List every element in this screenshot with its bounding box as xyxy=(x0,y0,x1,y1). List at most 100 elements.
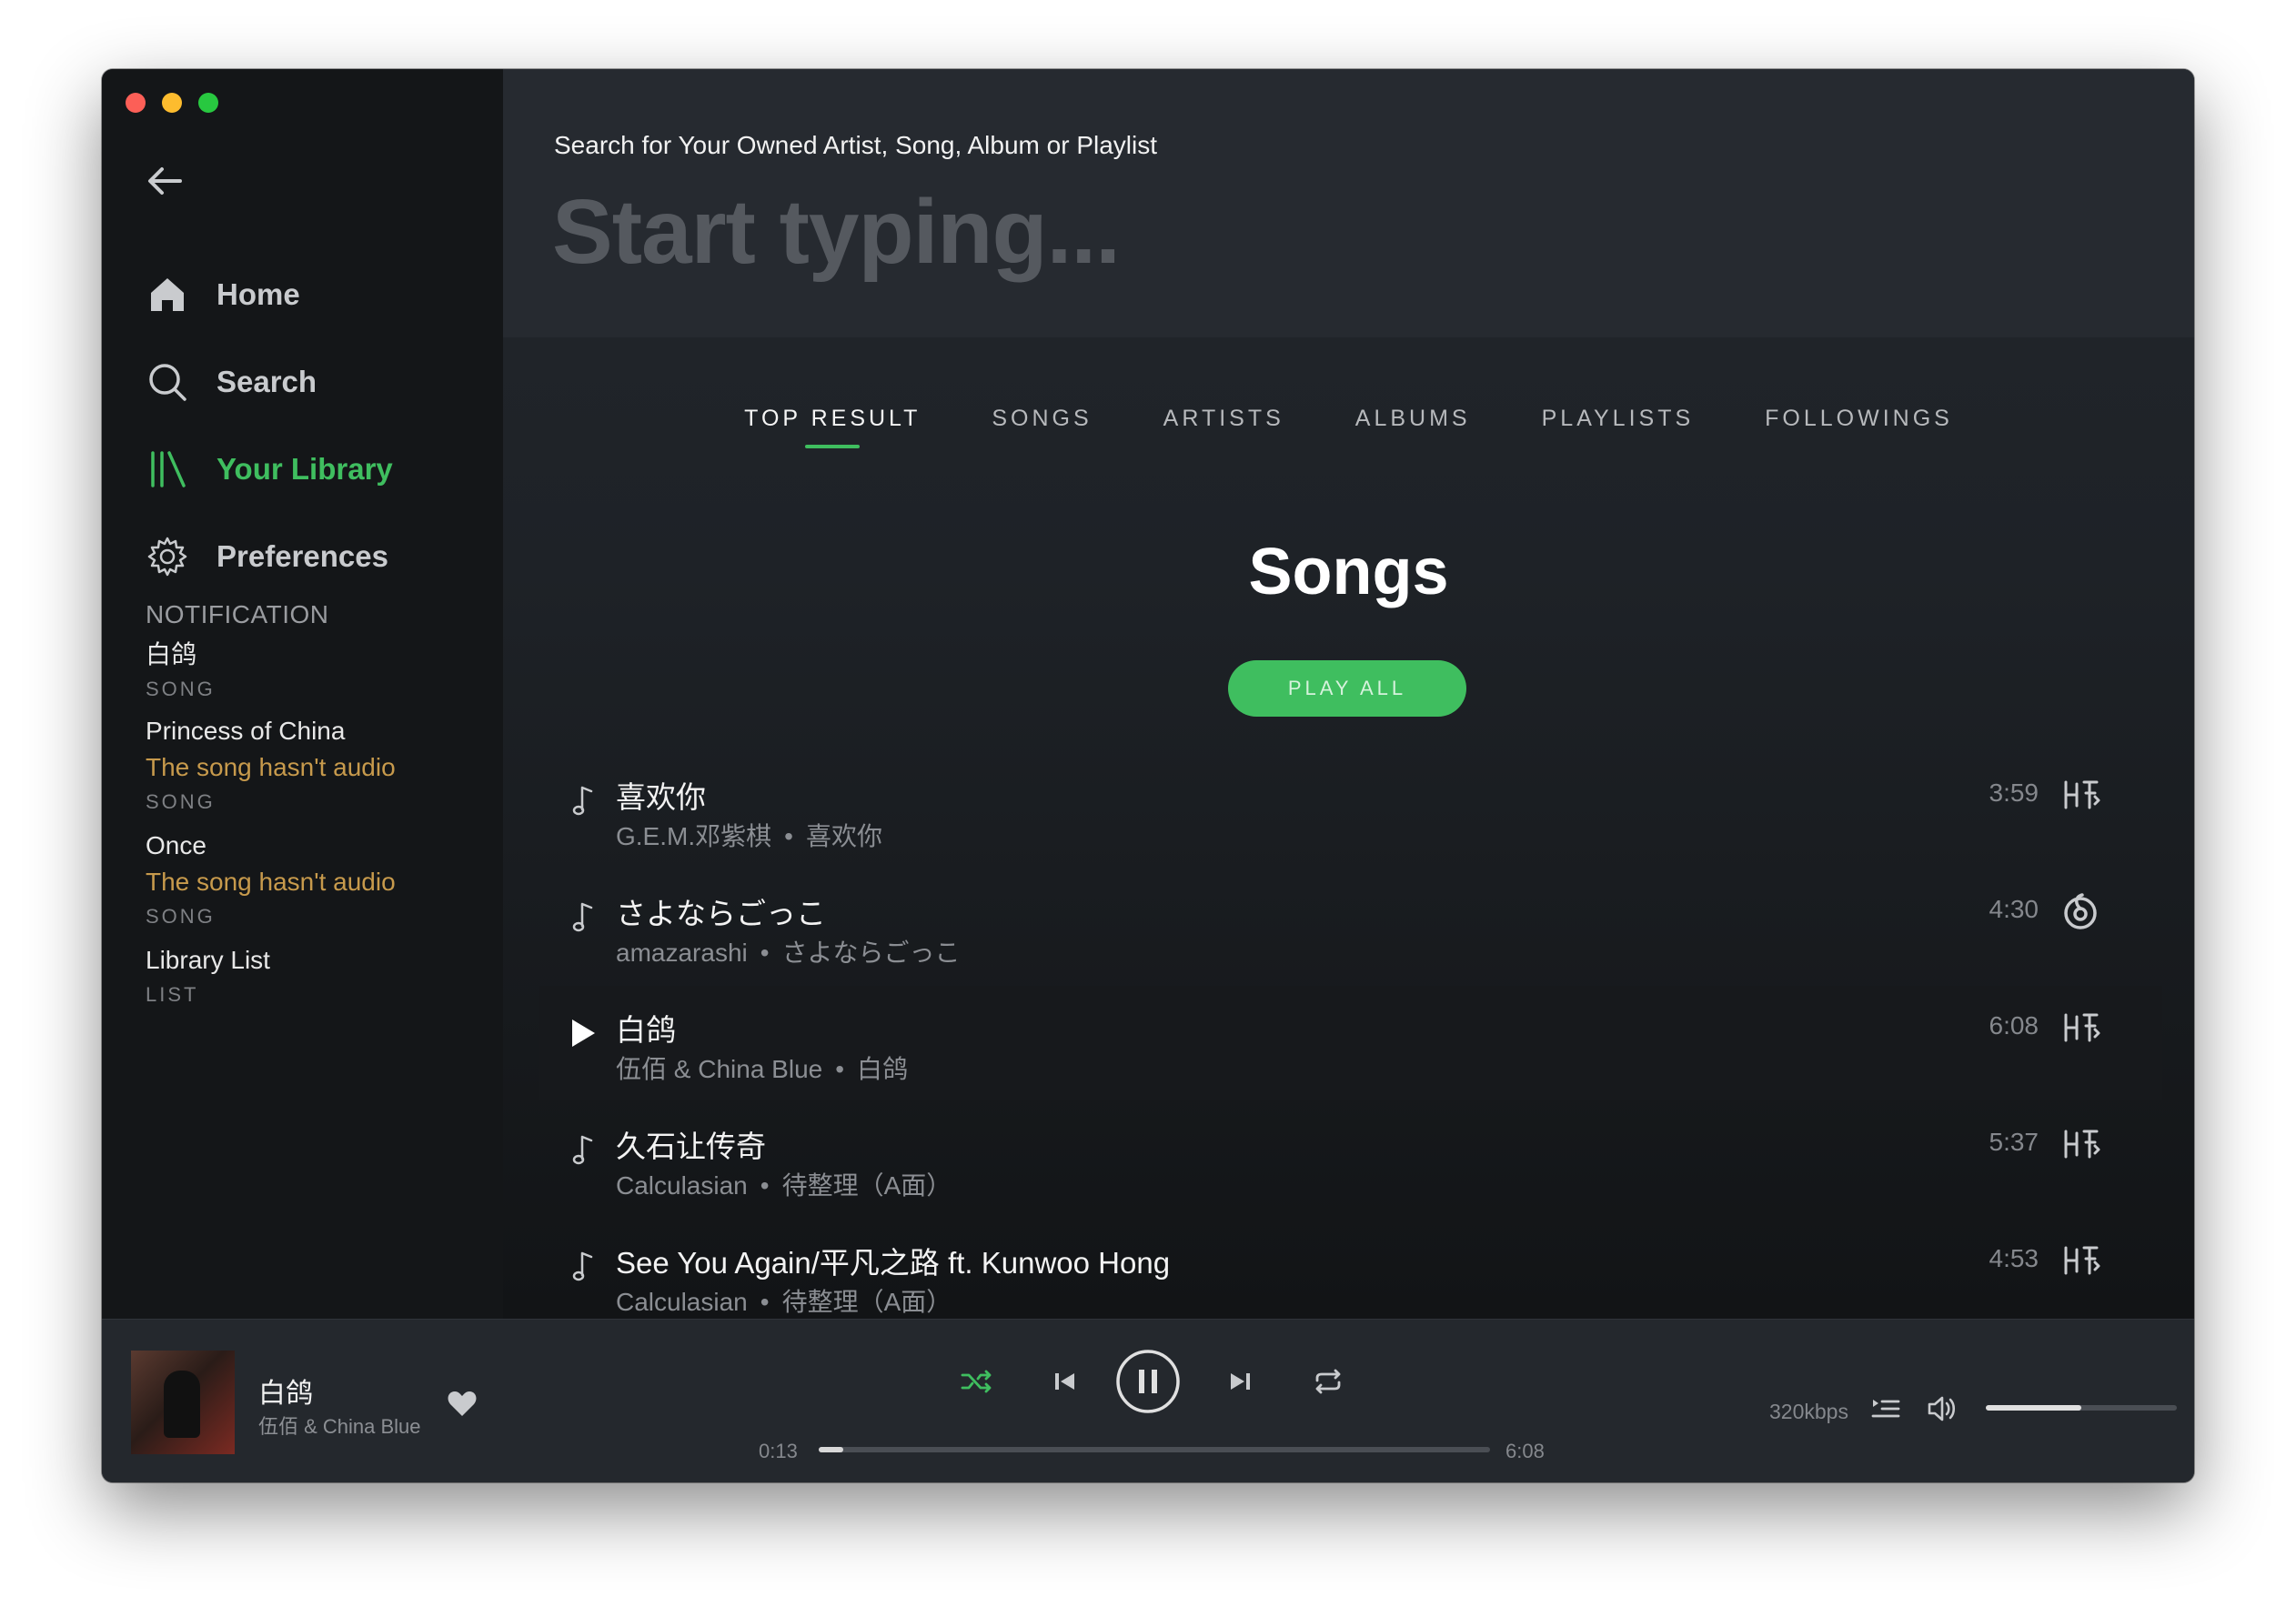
total-time: 6:08 xyxy=(1505,1440,1545,1462)
song-album[interactable]: 待整理（A面） xyxy=(782,1288,952,1316)
shuffle-icon[interactable] xyxy=(955,1360,999,1403)
notification-header: NOTIFICATION xyxy=(146,600,329,628)
song-album[interactable]: 喜欢你 xyxy=(806,822,882,850)
notification-title: Princess of China xyxy=(146,717,346,745)
song-meta: amazarashi • さよならごっこ xyxy=(616,933,961,969)
song-album[interactable]: 白鸽 xyxy=(857,1055,908,1083)
tab-albums[interactable]: ALBUMS xyxy=(1355,406,1471,448)
song-meta: 伍佰 & China Blue • 白鸽 xyxy=(616,1050,908,1086)
search-header: Search for Your Owned Artist, Song, Albu… xyxy=(503,69,2194,337)
song-duration: 3:59 xyxy=(1989,778,2039,807)
song-title: 久石让传奇 xyxy=(616,1130,766,1163)
sidebar-item-search[interactable]: Search xyxy=(146,355,317,409)
notification-item[interactable]: Princess of China The song hasn't audio … xyxy=(146,713,396,819)
back-arrow-icon[interactable] xyxy=(142,158,187,204)
previous-track-icon[interactable] xyxy=(1042,1360,1086,1403)
music-note-icon xyxy=(567,1248,599,1284)
music-note-icon xyxy=(567,899,599,935)
now-playing-title[interactable]: 白鸽 xyxy=(258,1371,313,1411)
xiami-icon xyxy=(2059,1122,2102,1166)
gear-icon xyxy=(146,535,189,578)
music-note-icon xyxy=(567,782,599,819)
minimize-window-button[interactable] xyxy=(162,93,182,113)
song-title: See You Again/平凡之路 ft. Kunwoo Hong xyxy=(616,1246,1171,1280)
sidebar-item-label: Preferences xyxy=(217,539,388,573)
repeat-icon[interactable] xyxy=(1306,1360,1350,1403)
elapsed-time: 0:13 xyxy=(759,1440,798,1462)
progress-fill xyxy=(819,1447,843,1452)
tab-followings[interactable]: FOLLOWINGS xyxy=(1765,406,1953,448)
song-artist[interactable]: Calculasian xyxy=(616,1288,748,1316)
play-all-button[interactable]: PLAY ALL xyxy=(1228,660,1466,717)
heart-icon[interactable] xyxy=(446,1387,478,1420)
sidebar-item-label: Home xyxy=(217,277,300,311)
song-meta: G.E.M.邓紫棋 • 喜欢你 xyxy=(616,817,882,853)
song-row-playing[interactable]: 白鸽 伍佰 & China Blue • 白鸽 6:08 xyxy=(539,986,2162,1100)
player-bar: 白鸽 伍佰 & China Blue 0:13 6:08 320kbps xyxy=(102,1319,2194,1482)
xiami-icon xyxy=(2059,1239,2102,1282)
search-input[interactable] xyxy=(550,176,2009,287)
tab-songs[interactable]: SONGS xyxy=(992,406,1092,448)
xiami-icon xyxy=(2059,773,2102,817)
pause-button[interactable] xyxy=(1113,1347,1183,1416)
main-content: Search for Your Owned Artist, Song, Albu… xyxy=(503,69,2194,1319)
song-duration: 5:37 xyxy=(1989,1128,2039,1156)
notification-item[interactable]: 白鸽 SONG xyxy=(146,637,216,706)
tab-top-result[interactable]: TOP RESULT xyxy=(744,406,921,448)
song-row[interactable]: See You Again/平凡之路 ft. Kunwoo Hong Calcu… xyxy=(539,1219,2162,1333)
search-label: Search for Your Owned Artist, Song, Albu… xyxy=(554,131,1158,159)
song-artist[interactable]: Calculasian xyxy=(616,1171,748,1200)
song-artist[interactable]: G.E.M.邓紫棋 xyxy=(616,822,771,850)
song-row[interactable]: さよならごっこ amazarashi • さよならごっこ 4:30 xyxy=(539,869,2162,984)
song-meta: Calculasian • 待整理（A面） xyxy=(616,1282,952,1319)
queue-icon[interactable] xyxy=(1864,1387,1908,1431)
home-icon xyxy=(146,273,189,316)
notification-warning: The song hasn't audio xyxy=(146,868,396,896)
song-album[interactable]: 待整理（A面） xyxy=(782,1171,952,1200)
separator-dot: • xyxy=(760,939,770,967)
song-duration: 4:30 xyxy=(1989,895,2039,923)
separator-dot: • xyxy=(760,1171,770,1200)
notification-item[interactable]: Library List LIST xyxy=(146,942,270,1011)
sidebar-item-home[interactable]: Home xyxy=(146,267,300,322)
tab-playlists[interactable]: PLAYLISTS xyxy=(1542,406,1695,448)
app-window: Home Search Your Library Preferences NOT… xyxy=(102,69,2194,1482)
result-tabs: TOP RESULT SONGS ARTISTS ALBUMS PLAYLIST… xyxy=(503,406,2194,448)
close-window-button[interactable] xyxy=(126,93,146,113)
volume-icon[interactable] xyxy=(1921,1387,1965,1431)
notification-warning: The song hasn't audio xyxy=(146,753,396,781)
music-note-icon xyxy=(567,1131,599,1168)
now-playing-artist[interactable]: 伍佰 & China Blue xyxy=(258,1411,421,1440)
window-controls xyxy=(126,93,218,113)
song-album[interactable]: さよならごっこ xyxy=(782,939,961,967)
song-artist[interactable]: amazarashi xyxy=(616,939,748,967)
notification-kind: SONG xyxy=(146,678,216,700)
sidebar-item-library[interactable]: Your Library xyxy=(146,442,393,497)
song-duration: 6:08 xyxy=(1989,1011,2039,1040)
sidebar-item-preferences[interactable]: Preferences xyxy=(146,529,388,584)
play-icon[interactable] xyxy=(567,1015,599,1051)
album-cover[interactable] xyxy=(131,1351,235,1454)
bitrate-label[interactable]: 320kbps xyxy=(1769,1400,1848,1424)
zoom-window-button[interactable] xyxy=(198,93,218,113)
netease-icon xyxy=(2059,889,2102,933)
notification-kind: SONG xyxy=(146,905,216,928)
progress-bar[interactable] xyxy=(819,1447,1490,1452)
song-row[interactable]: 喜欢你 G.E.M.邓紫棋 • 喜欢你 3:59 xyxy=(539,753,2162,868)
tab-artists[interactable]: ARTISTS xyxy=(1163,406,1284,448)
song-artist[interactable]: 伍佰 & China Blue xyxy=(616,1055,822,1083)
volume-slider[interactable] xyxy=(1986,1405,2177,1411)
separator-dot: • xyxy=(760,1288,770,1316)
notification-item[interactable]: Once The song hasn't audio SONG xyxy=(146,828,396,933)
next-track-icon[interactable] xyxy=(1219,1360,1263,1403)
separator-dot: • xyxy=(784,822,793,850)
song-meta: Calculasian • 待整理（A面） xyxy=(616,1166,952,1202)
sidebar-item-label: Your Library xyxy=(217,452,393,486)
section-title: Songs xyxy=(1248,536,1449,608)
song-row[interactable]: 久石让传奇 Calculasian • 待整理（A面） 5:37 xyxy=(539,1102,2162,1217)
sidebar: Home Search Your Library Preferences NOT… xyxy=(102,69,503,1319)
song-duration: 4:53 xyxy=(1989,1244,2039,1272)
separator-dot: • xyxy=(835,1055,845,1083)
notification-title: Library List xyxy=(146,946,270,974)
notification-title: Once xyxy=(146,831,206,859)
